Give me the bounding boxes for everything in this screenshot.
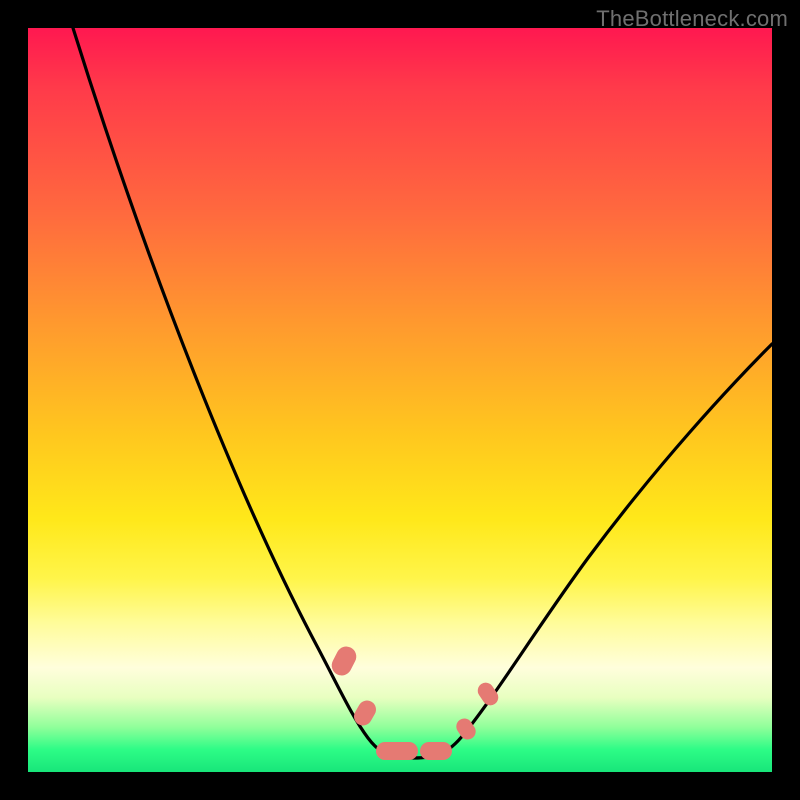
marker-flat-1 bbox=[376, 742, 418, 760]
marker-right-upper bbox=[475, 680, 502, 709]
marker-left-lower bbox=[351, 697, 380, 729]
plot-area bbox=[28, 28, 772, 772]
marker-group bbox=[328, 643, 501, 760]
chart-svg bbox=[28, 28, 772, 772]
marker-flat-2 bbox=[420, 742, 452, 760]
outer-frame: TheBottleneck.com bbox=[0, 0, 800, 800]
bottleneck-curve bbox=[73, 28, 772, 758]
